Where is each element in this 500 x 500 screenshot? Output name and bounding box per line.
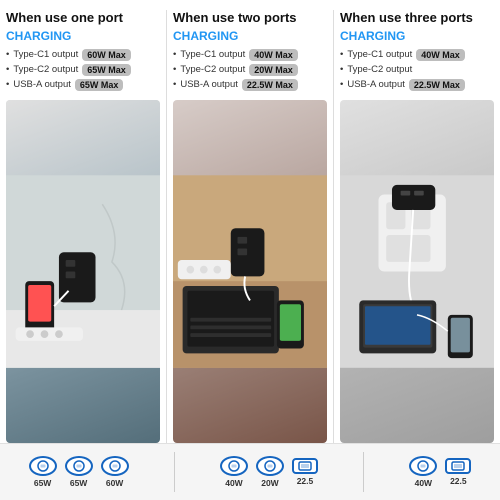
port-label-22-5w-1: 22.5	[297, 476, 314, 486]
port-item-40w-3: 40W	[409, 456, 437, 488]
col1-spec1-label: Type-C1 output	[13, 49, 78, 60]
col2-spec2-badge: 20W Max	[249, 64, 298, 76]
col3-spec1-badge: 40W Max	[416, 49, 465, 61]
spec-dot: •	[6, 49, 9, 60]
col2-spec1-label: Type-C1 output	[180, 49, 245, 60]
port-item-60w-a: 60W	[101, 456, 129, 488]
col3-spec2-label: Type-C2 output	[347, 64, 412, 75]
col1-spec2-label: Type-C2 output	[13, 64, 78, 75]
port-label-40w-3: 40W	[415, 478, 432, 488]
bottom-group-3: 40W 22.5	[409, 456, 471, 488]
port-label-65w-c2: 65W	[70, 478, 87, 488]
bottom-group-1: 65W 65W 60W	[29, 456, 129, 488]
usba-icon-2	[445, 458, 471, 474]
usbc-icon-1	[29, 456, 57, 476]
col3-charging: CHARGING	[340, 29, 494, 43]
col3-spec3-label: USB-A output	[347, 79, 405, 90]
usbc-icon-4	[220, 456, 248, 476]
spec-dot: •	[340, 64, 343, 75]
usbc-icon-5	[256, 456, 284, 476]
col2-title: When use two ports	[173, 10, 327, 27]
col1-spec2-badge: 65W Max	[82, 64, 131, 76]
col-sep-2	[333, 10, 334, 443]
spec-dot: •	[340, 49, 343, 60]
port-item-65w-c2: 65W	[65, 456, 93, 488]
col1-spec3: • USB-A output 65W Max	[6, 79, 160, 91]
col2-scene	[173, 100, 327, 443]
col3-spec3-badge: 22.5W Max	[409, 79, 465, 91]
port-item-20w: 20W	[256, 456, 284, 488]
col3-spec3: • USB-A output 22.5W Max	[340, 79, 494, 91]
port-label-40w-1: 40W	[225, 478, 242, 488]
col3-photo	[340, 100, 494, 443]
col2-photo	[173, 100, 327, 443]
col3-spec1: • Type-C1 output 40W Max	[340, 49, 494, 61]
port-item-65w-c1: 65W	[29, 456, 57, 488]
col2-charging: CHARGING	[173, 29, 327, 43]
col1-title: When use one port	[6, 10, 160, 27]
col2-spec3: • USB-A output 22.5W Max	[173, 79, 327, 91]
col2-spec1: • Type-C1 output 40W Max	[173, 49, 327, 61]
divider-1	[174, 452, 175, 492]
col3-spec1-label: Type-C1 output	[347, 49, 412, 60]
col2-spec2-label: Type-C2 output	[180, 64, 245, 75]
port-label-60w: 60W	[106, 478, 123, 488]
col2-spec3-badge: 22.5W Max	[242, 79, 298, 91]
port-label-20w: 20W	[261, 478, 278, 488]
col-one-port: When use one port CHARGING • Type-C1 out…	[6, 10, 160, 443]
bottom-wattage-row: 65W 65W 60W	[0, 443, 500, 500]
col1-spec3-badge: 65W Max	[75, 79, 124, 91]
port-item-22-5w-a: 22.5	[292, 458, 318, 486]
col2-spec1-badge: 40W Max	[249, 49, 298, 61]
col-sep-1	[166, 10, 167, 443]
main-container: When use one port CHARGING • Type-C1 out…	[0, 0, 500, 500]
col1-scene	[6, 100, 160, 443]
divider-2	[363, 452, 364, 492]
port-label-65w-c1: 65W	[34, 478, 51, 488]
spec-dot: •	[6, 64, 9, 75]
col-two-ports: When use two ports CHARGING • Type-C1 ou…	[173, 10, 327, 443]
port-item-40w: 40W	[220, 456, 248, 488]
usbc-icon-3	[101, 456, 129, 476]
col1-photo	[6, 100, 160, 443]
col3-scene	[340, 100, 494, 443]
col1-spec3-label: USB-A output	[13, 79, 71, 90]
port-item-22-5w-b: 22.5	[445, 458, 471, 486]
usba-icon-1	[292, 458, 318, 474]
spec-dot: •	[173, 64, 176, 75]
col1-spec1: • Type-C1 output 60W Max	[6, 49, 160, 61]
spec-dot: •	[173, 79, 176, 90]
col2-spec2: • Type-C2 output 20W Max	[173, 64, 327, 76]
col1-spec1-badge: 60W Max	[82, 49, 131, 61]
spec-dot: •	[6, 79, 9, 90]
bottom-group-2: 40W 20W 22.5	[220, 456, 318, 488]
spec-dot: •	[340, 79, 343, 90]
col3-title: When use three ports	[340, 10, 494, 27]
col1-spec2: • Type-C2 output 65W Max	[6, 64, 160, 76]
col1-charging: CHARGING	[6, 29, 160, 43]
col2-spec3-label: USB-A output	[180, 79, 238, 90]
col3-spec2: • Type-C2 output —	[340, 64, 494, 76]
usbc-icon-6	[409, 456, 437, 476]
col-three-ports: When use three ports CHARGING • Type-C1 …	[340, 10, 494, 443]
columns-area: When use one port CHARGING • Type-C1 out…	[0, 0, 500, 443]
port-label-22-5w-2: 22.5	[450, 476, 467, 486]
spec-dot: •	[173, 49, 176, 60]
usbc-icon-2	[65, 456, 93, 476]
